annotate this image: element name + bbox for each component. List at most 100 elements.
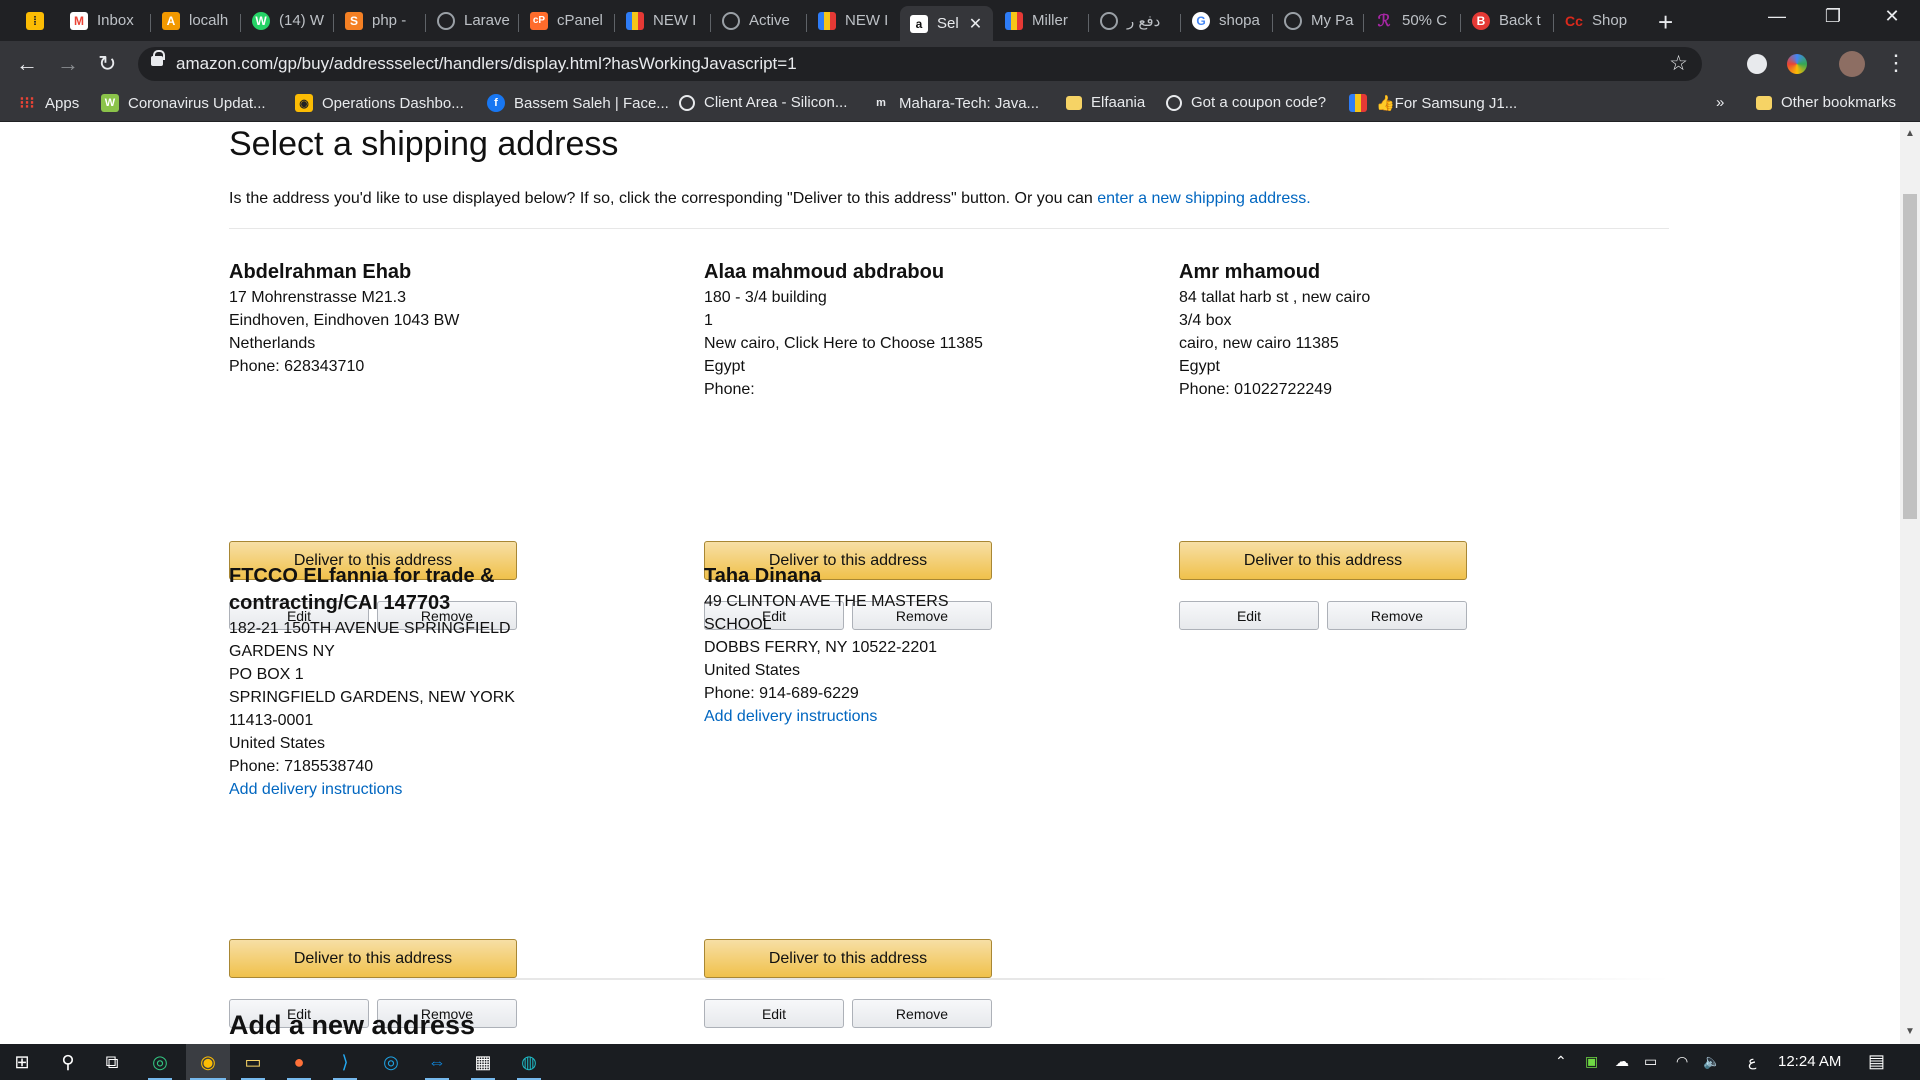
calculator-icon[interactable]: ▦ [471,1050,495,1074]
input-language[interactable]: ع [1748,1053,1756,1070]
upwork-tray-icon[interactable]: ▣ [1585,1053,1598,1070]
chrome-app-icon[interactable]: ⁞ [18,6,48,35]
bookmarks-overflow-button[interactable]: » [1716,94,1724,111]
restore-icon[interactable]: ❐ [1813,6,1853,27]
globe-icon [1284,11,1302,30]
tab-label: My Pa [1311,12,1354,29]
task-view-icon[interactable]: ⧉ [100,1050,124,1074]
bookmark-label: Client Area - Silicon... [704,94,848,111]
firefox-icon[interactable]: ● [287,1050,311,1074]
tab-cpanel[interactable]: cP cPanel [520,6,610,35]
tab-select-shipping[interactable]: a Sel ✕ [900,6,993,41]
tab-my-page[interactable]: My Pa [1274,6,1358,35]
clock[interactable]: 12:24 AM [1778,1053,1841,1070]
tab-inbox[interactable]: M Inbox [60,6,145,35]
volume-icon[interactable]: 🔈 [1703,1053,1720,1070]
tab-label: NEW I [845,12,889,29]
bookmark-star-icon[interactable]: ☆ [1669,51,1688,76]
tab-back[interactable]: B Back t [1462,6,1552,35]
address-line: Netherlands [229,335,316,352]
tab-laravel[interactable]: Larave [427,6,514,35]
windows-taskbar: ⊞ ⚲ ⧉ ◎ ◉ ▭ ● ⟩ ◎ ⇔ ▦ ◍ ⌃ ▣ ☁ ▭ ◠ 🔈 ع 12… [0,1044,1920,1080]
folder-icon [1756,95,1772,110]
tab-php[interactable]: S php - [335,6,421,35]
bookmark-apps[interactable]: ⁝⁝⁝ Apps [18,94,79,113]
scrollbar-thumb[interactable] [1903,194,1917,519]
url-text[interactable]: amazon.com/gp/buy/addressselect/handlers… [176,54,797,74]
cpanel-icon: cP [530,11,548,30]
tab-new-2[interactable]: NEW I [808,6,896,35]
tab-shopa[interactable]: G shopa [1182,6,1268,35]
notifications-icon[interactable]: ▤ [1868,1051,1885,1072]
tab-shop[interactable]: Cc Shop [1555,6,1639,35]
extension-icon[interactable] [1747,54,1767,74]
address-line: Egypt [704,358,745,375]
wifi-icon[interactable]: ◠ [1676,1053,1688,1070]
file-explorer-icon[interactable]: ▭ [241,1050,265,1074]
bookmark-other-bookmarks[interactable]: Other bookmarks [1756,94,1896,111]
page-scrollbar[interactable]: ▲ ▼ [1900,122,1920,1044]
globe-icon [1166,94,1182,111]
teamviewer-icon[interactable]: ⇔ [425,1050,449,1074]
deliver-to-address-button[interactable]: Deliver to this address [704,939,992,978]
address-card: Abdelrahman Ehab 17 Mohrenstrasse M21.3 … [229,259,519,630]
chrome-icon[interactable]: ◉ [196,1050,220,1074]
edit-address-button[interactable]: Edit [1179,601,1319,630]
app-icon[interactable]: ◍ [517,1050,541,1074]
search-icon[interactable]: ⚲ [56,1050,80,1074]
new-tab-button[interactable]: + [1658,7,1673,38]
maharatech-icon: m [876,97,886,109]
address-line: Eindhoven, Eindhoven 1043 BW [229,312,460,329]
bookmark-mahara-tech[interactable]: m Mahara-Tech: Java... [872,94,1039,112]
tab-arabic[interactable]: دفع ر [1090,6,1178,35]
deliver-to-address-button[interactable]: Deliver to this address [1179,541,1467,580]
edit-address-button[interactable]: Edit [704,999,844,1028]
address-line: 182-21 150TH AVENUE SPRINGFIELD GARDENS … [229,620,511,660]
back-arrow-icon[interactable]: ← [16,51,38,77]
edge-new-icon[interactable]: ◎ [379,1050,403,1074]
extension-color-icon[interactable] [1787,54,1807,74]
bookmark-coupon[interactable]: Got a coupon code? [1166,94,1326,111]
dashboard-icon: ◉ [295,94,313,112]
address-bar[interactable]: amazon.com/gp/buy/addressselect/handlers… [138,47,1702,81]
add-new-address-heading: Add a new address [229,1010,476,1040]
edge-icon[interactable]: ◎ [148,1050,172,1074]
tab-active[interactable]: Active [712,6,802,35]
bookmark-facebook[interactable]: f Bassem Saleh | Face... [487,94,669,112]
new-shipping-address-link[interactable]: enter a new shipping address. [1097,190,1310,207]
tab-localhost[interactable]: A localh [152,6,235,35]
remove-address-button[interactable]: Remove [852,999,992,1028]
address-name: Alaa mahmoud abdrabou [704,261,945,283]
close-window-icon[interactable]: ✕ [1872,6,1912,27]
forward-arrow-icon[interactable]: → [57,51,79,77]
close-tab-icon[interactable]: ✕ [969,14,982,34]
bookmark-elfaania[interactable]: Elfaania [1066,94,1145,111]
tab-new-1[interactable]: NEW I [616,6,703,35]
bookmark-samsung[interactable]: 👍For Samsung J1... [1349,94,1517,112]
address-name: Abdelrahman Ehab [229,261,412,283]
windows-start-icon[interactable]: ⊞ [10,1050,34,1074]
onedrive-icon[interactable]: ☁ [1615,1053,1629,1070]
tab-miller[interactable]: Miller [995,6,1085,35]
tab-whatsapp[interactable]: W (14) W [242,6,327,35]
scroll-down-icon[interactable]: ▼ [1905,1026,1915,1037]
profile-avatar[interactable] [1839,51,1865,77]
bookmark-coronavirus[interactable]: W Coronavirus Updat... [101,94,266,112]
address-line: 180 - 3/4 building [704,289,827,306]
reload-icon[interactable]: ↻ [98,51,116,77]
scroll-up-icon[interactable]: ▲ [1905,128,1915,139]
bookmark-operations[interactable]: ◉ Operations Dashbo... [295,94,464,112]
minimize-icon[interactable]: — [1757,6,1797,27]
vscode-icon[interactable]: ⟩ [333,1050,357,1074]
remove-address-button[interactable]: Remove [1327,601,1467,630]
battery-icon[interactable]: ▭ [1644,1053,1657,1070]
add-delivery-instructions-link[interactable]: Add delivery instructions [704,705,994,728]
trello-icon [1349,94,1367,112]
tab-coupon[interactable]: ℛ 50% C [1365,6,1457,35]
bookmark-client-area[interactable]: Client Area - Silicon... [679,94,847,111]
add-delivery-instructions-link[interactable]: Add delivery instructions [229,778,529,801]
browser-tab-strip: ⁞ M Inbox A localh W (14) W S php - Lara… [0,0,1920,41]
deliver-to-address-button[interactable]: Deliver to this address [229,939,517,978]
chrome-menu-icon[interactable]: ⋮ [1885,50,1907,76]
show-hidden-icons-icon[interactable]: ⌃ [1555,1053,1567,1070]
